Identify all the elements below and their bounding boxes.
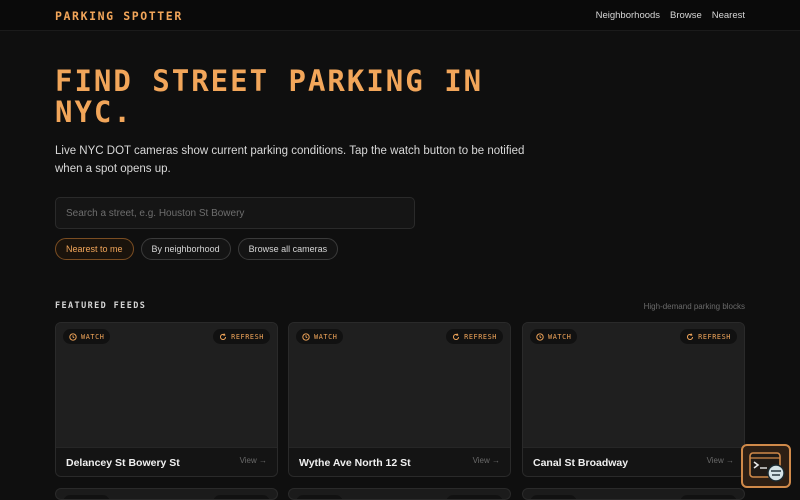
- feed-location-name: Canal St Broadway: [533, 457, 629, 469]
- filter-by-neighborhood[interactable]: By neighborhood: [140, 238, 231, 260]
- refresh-button[interactable]: REFRESH: [680, 495, 737, 499]
- refresh-icon: [453, 332, 460, 340]
- street-search-input[interactable]: [55, 197, 415, 229]
- refresh-button[interactable]: REFRESH: [446, 329, 503, 344]
- refresh-label: REFRESH: [698, 332, 731, 341]
- watch-button[interactable]: WATCH: [530, 495, 578, 499]
- card-footer: Canal St Broadway View →: [523, 447, 744, 476]
- nav-link-nearest[interactable]: Nearest: [712, 10, 745, 21]
- filter-browse-all-cameras[interactable]: Browse all cameras: [237, 238, 339, 260]
- feed-location-name: Wythe Ave North 12 St: [299, 457, 411, 469]
- refresh-button[interactable]: REFRESH: [680, 329, 737, 344]
- brand-logo[interactable]: PARKING SPOTTER: [55, 9, 183, 23]
- refresh-icon: [220, 332, 227, 340]
- watch-button[interactable]: WATCH: [296, 329, 344, 344]
- feed-card[interactable]: WATCH REFRESH Delancey St Bowery St View…: [55, 322, 278, 477]
- view-link[interactable]: View →: [473, 456, 500, 465]
- view-link[interactable]: View →: [240, 456, 267, 465]
- clock-icon: [69, 332, 77, 341]
- watch-button[interactable]: WATCH: [296, 495, 344, 499]
- feed-card[interactable]: WATCH REFRESH: [55, 488, 278, 500]
- clock-icon: [536, 332, 544, 341]
- watch-label: WATCH: [314, 332, 338, 341]
- filter-nearest-to-me[interactable]: Nearest to me: [55, 238, 134, 260]
- watch-button[interactable]: WATCH: [63, 329, 111, 344]
- refresh-icon: [687, 332, 694, 340]
- watch-button[interactable]: WATCH: [530, 329, 578, 344]
- featured-feeds-heading: FEATURED FEEDS: [55, 301, 147, 311]
- hero-subtitle: Live NYC DOT cameras show current parkin…: [55, 145, 525, 175]
- main-nav: Neighborhoods Browse Nearest: [596, 10, 745, 21]
- card-footer: Delancey St Bowery St View →: [56, 447, 277, 476]
- refresh-button[interactable]: REFRESH: [213, 495, 270, 499]
- hero-title: FIND STREET PARKING IN NYC.: [55, 64, 484, 129]
- feed-location-name: Delancey St Bowery St: [66, 457, 180, 469]
- clock-icon: [302, 332, 310, 341]
- refresh-button[interactable]: REFRESH: [213, 329, 270, 344]
- watch-label: WATCH: [81, 332, 105, 341]
- top-bar: PARKING SPOTTER Neighborhoods Browse Nea…: [0, 0, 800, 31]
- featured-feeds-note: High-demand parking blocks: [643, 302, 745, 311]
- floating-chat-button[interactable]: [741, 444, 791, 488]
- watch-button[interactable]: WATCH: [63, 495, 111, 499]
- view-link[interactable]: View →: [707, 456, 734, 465]
- nav-link-browse[interactable]: Browse: [670, 10, 702, 21]
- watch-label: WATCH: [548, 332, 572, 341]
- filter-chips: Nearest to me By neighborhood Browse all…: [55, 238, 339, 260]
- refresh-button[interactable]: REFRESH: [446, 495, 503, 499]
- card-footer: Wythe Ave North 12 St View →: [289, 447, 510, 476]
- nav-link-neighborhoods[interactable]: Neighborhoods: [596, 10, 660, 21]
- feed-card[interactable]: WATCH REFRESH: [288, 488, 511, 500]
- refresh-label: REFRESH: [464, 332, 497, 341]
- refresh-label: REFRESH: [231, 332, 264, 341]
- terminal-chat-icon: [749, 452, 785, 482]
- feed-card[interactable]: WATCH REFRESH: [522, 488, 745, 500]
- feed-card[interactable]: WATCH REFRESH Wythe Ave North 12 St View…: [288, 322, 511, 477]
- feed-card[interactable]: WATCH REFRESH Canal St Broadway View →: [522, 322, 745, 477]
